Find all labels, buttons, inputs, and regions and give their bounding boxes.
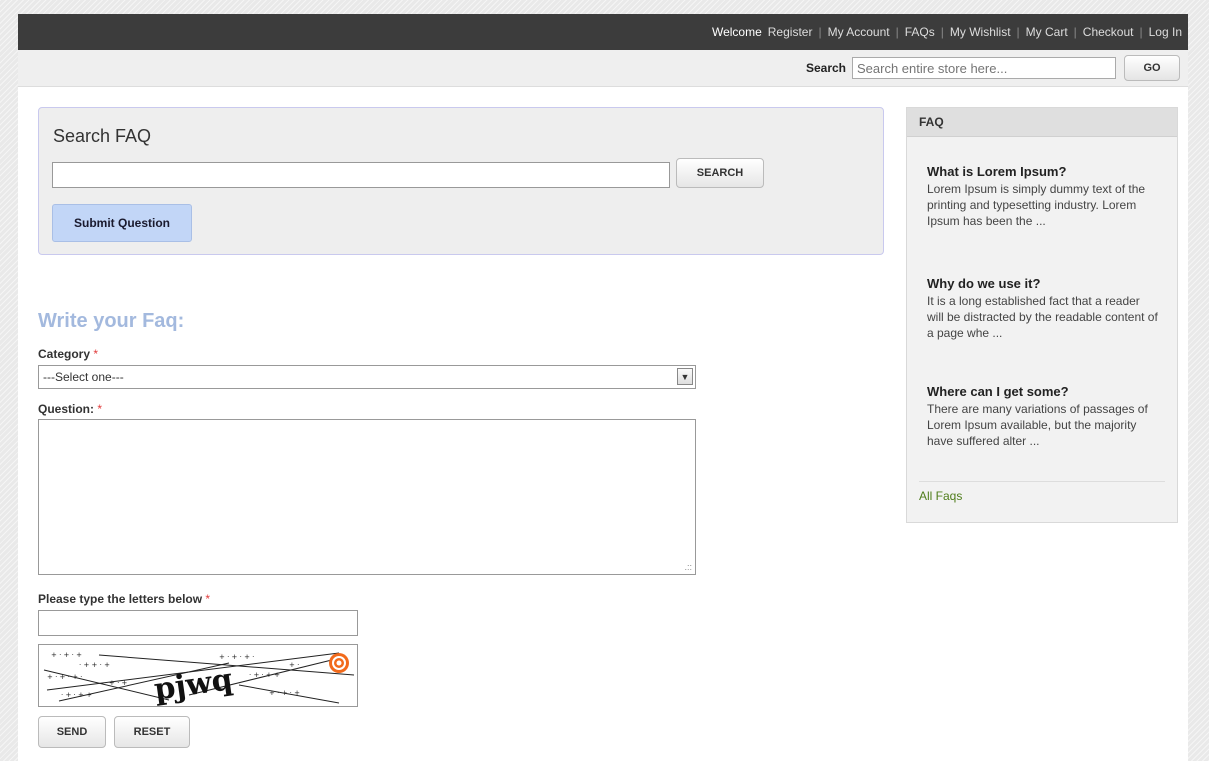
nav-link-my-cart[interactable]: My Cart	[1026, 25, 1068, 39]
captcha-letters: pjwq	[152, 662, 235, 707]
sidebar-faq-item[interactable]: Why do we use it? It is a long establish…	[927, 276, 1159, 341]
required-mark: *	[205, 592, 211, 606]
nav-link-register[interactable]: Register	[768, 25, 813, 39]
nav-separator: |	[818, 25, 822, 39]
nav-separator: |	[1139, 25, 1143, 39]
captcha-label: Please type the letters below *	[38, 592, 210, 606]
nav-separator: |	[895, 25, 899, 39]
chevron-down-icon[interactable]: ▼	[677, 368, 693, 385]
nav-link-checkout[interactable]: Checkout	[1083, 25, 1134, 39]
svg-text:+ ·: + ·	[289, 661, 299, 669]
sidebar-title: FAQ	[907, 108, 1177, 137]
nav-link-faqs[interactable]: FAQs	[905, 25, 935, 39]
top-nav-bar: Welcome Register | My Account | FAQs | M…	[18, 14, 1188, 50]
faq-answer: There are many variations of passages of…	[927, 402, 1148, 448]
svg-text:· + · + +: · + · + +	[61, 691, 92, 699]
welcome-text: Welcome	[711, 25, 762, 39]
all-faqs-link[interactable]: All Faqs	[919, 489, 962, 503]
send-button[interactable]: SEND	[38, 716, 106, 748]
write-faq-title: Write your Faq:	[38, 310, 185, 332]
resize-grip-icon[interactable]: .::	[684, 563, 692, 572]
sidebar-divider	[919, 481, 1165, 482]
store-search-label: Search	[805, 61, 846, 75]
question-label-text: Question:	[38, 402, 94, 416]
search-faq-title: Search FAQ	[53, 126, 152, 146]
required-mark: *	[93, 347, 99, 361]
submit-question-button[interactable]: Submit Question	[52, 204, 192, 242]
category-select[interactable]: ---Select one--- ▼	[38, 365, 696, 389]
faq-question[interactable]: Where can I get some?	[927, 384, 1159, 399]
nav-link-my-account[interactable]: My Account	[828, 25, 890, 39]
svg-text:+ · + · + ·: + · + · + ·	[219, 653, 254, 661]
svg-text:· + + · +: · + + · +	[79, 661, 110, 669]
sidebar-faq-item[interactable]: What is Lorem Ipsum? Lorem Ipsum is simp…	[927, 164, 1159, 229]
captcha-label-text: Please type the letters below	[38, 592, 203, 606]
faq-sidebar: FAQ What is Lorem Ipsum? Lorem Ipsum is …	[906, 107, 1178, 523]
nav-link-my-wishlist[interactable]: My Wishlist	[950, 25, 1011, 39]
svg-text:+ · + · +: + · + · +	[51, 651, 82, 659]
sidebar-faq-item[interactable]: Where can I get some? There are many var…	[927, 384, 1159, 449]
svg-text:+ · +: + · +	[109, 679, 128, 687]
svg-text:+ · + · +: + · + · +	[269, 689, 300, 697]
question-label: Question: *	[38, 402, 102, 416]
nav-link-log-in[interactable]: Log In	[1149, 25, 1182, 39]
faq-search-button[interactable]: SEARCH	[676, 158, 764, 188]
captcha-input[interactable]	[38, 610, 358, 636]
category-label: Category *	[38, 347, 98, 361]
faq-answer: Lorem Ipsum is simply dummy text of the …	[927, 182, 1146, 228]
category-label-text: Category	[38, 347, 91, 361]
nav-separator: |	[1073, 25, 1077, 39]
captcha-noise: + · + · + · + + · + + · + · + · · + · + …	[43, 651, 355, 707]
required-mark: *	[97, 402, 103, 416]
svg-text:· + · + +: · + · + +	[249, 671, 280, 679]
faq-question[interactable]: Why do we use it?	[927, 276, 1159, 291]
faq-question[interactable]: What is Lorem Ipsum?	[927, 164, 1159, 179]
store-search-bar: Search GO	[18, 50, 1188, 87]
refresh-icon[interactable]	[329, 653, 349, 673]
category-selected-value: ---Select one---	[43, 370, 124, 384]
page: Welcome Register | My Account | FAQs | M…	[18, 14, 1188, 761]
svg-text:+ · + · + ·: + · + · + ·	[47, 673, 82, 681]
question-textarea[interactable]: .::	[38, 419, 696, 575]
go-button[interactable]: GO	[1124, 55, 1180, 81]
captcha-image: + · + · + · + + · + + · + · + · · + · + …	[38, 644, 358, 707]
search-faq-panel: Search FAQ SEARCH Submit Question	[38, 107, 884, 255]
faq-answer: It is a long established fact that a rea…	[927, 294, 1158, 340]
nav-separator: |	[940, 25, 944, 39]
reset-button[interactable]: RESET	[114, 716, 190, 748]
store-search-input[interactable]	[852, 57, 1116, 79]
nav-separator: |	[1016, 25, 1020, 39]
faq-search-input[interactable]	[52, 162, 670, 188]
